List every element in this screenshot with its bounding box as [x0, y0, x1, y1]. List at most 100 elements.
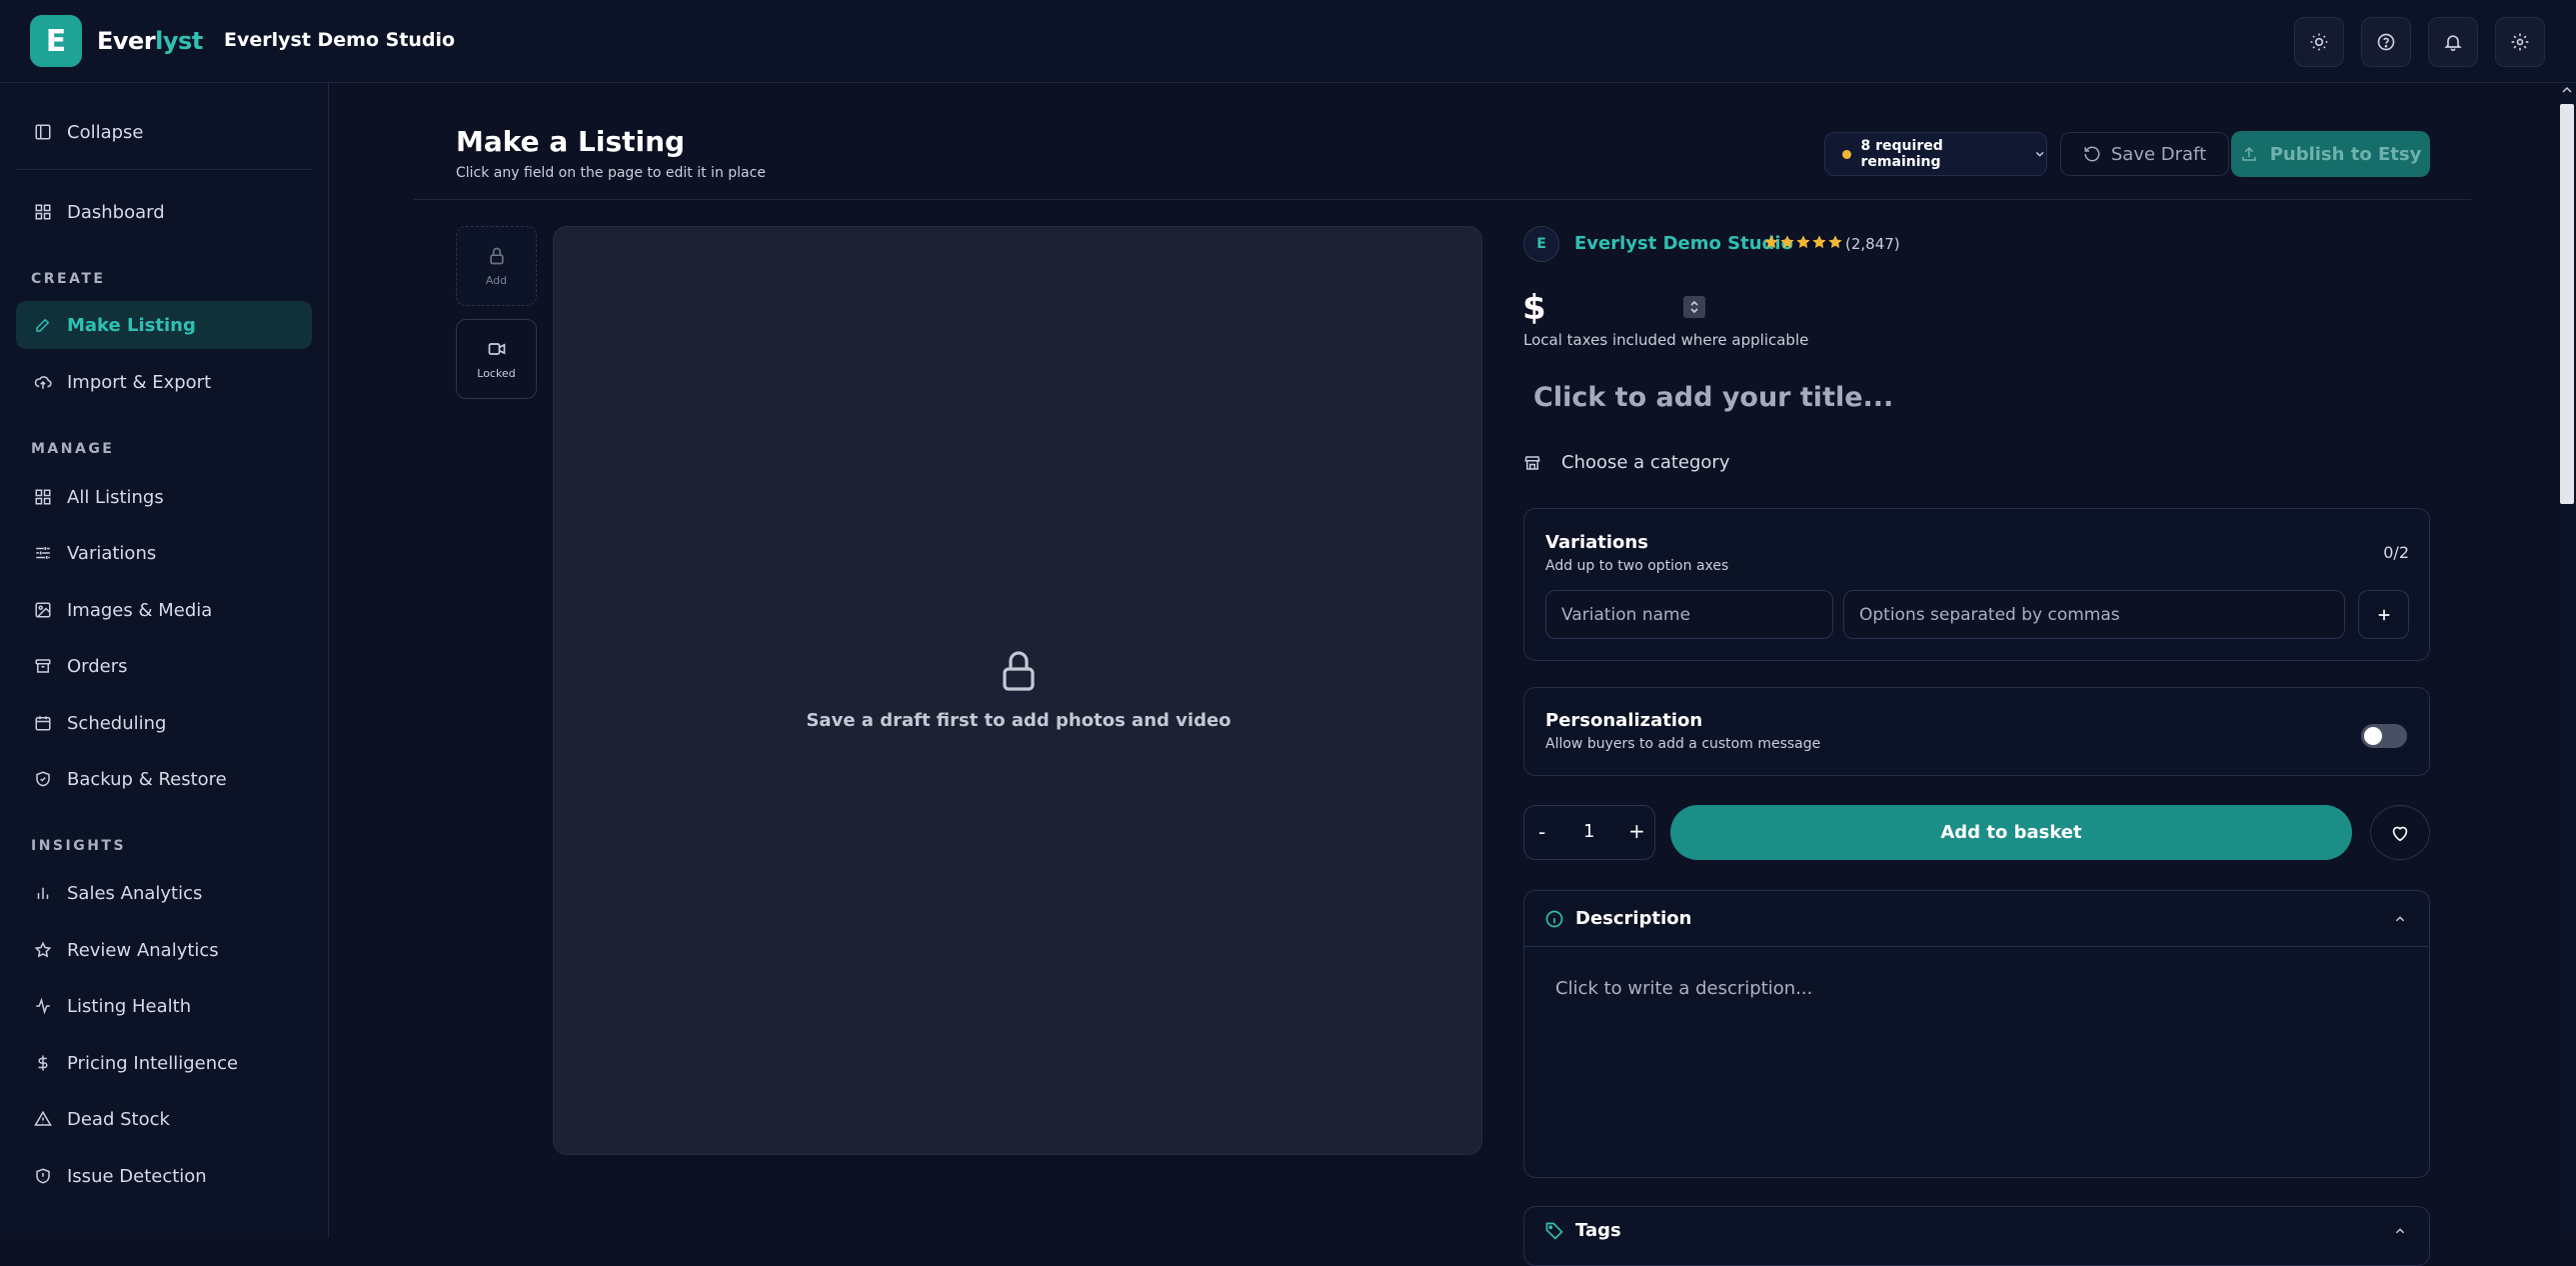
sidebar-item-label: All Listings [67, 486, 164, 508]
sidebar-item-pricing-intelligence[interactable]: Pricing Intelligence [16, 1039, 312, 1087]
personalization-subtitle: Allow buyers to add a custom message [1545, 736, 1821, 752]
price-stepper[interactable] [1683, 296, 1705, 318]
sidebar-item-issue-detection[interactable]: Issue Detection [16, 1152, 312, 1200]
sidebar-item-make-listing[interactable]: Make Listing [16, 301, 312, 349]
add-to-basket-button[interactable]: Add to basket [1670, 805, 2352, 860]
variation-name-input[interactable]: Variation name [1545, 590, 1833, 639]
notifications-button[interactable] [2428, 17, 2478, 67]
scrollbar-thumb[interactable] [2560, 104, 2574, 504]
add-media-slot[interactable]: Add [456, 226, 537, 306]
favorite-button[interactable] [2370, 805, 2430, 860]
required-remaining-label: 8 required remaining [1860, 138, 1943, 170]
video-slot[interactable]: Locked [456, 319, 537, 399]
quantity-increment-button[interactable]: + [1628, 819, 1645, 843]
collapse-button[interactable]: Collapse [16, 108, 312, 156]
page-subtitle: Click any field on the page to edit it i… [456, 165, 766, 181]
save-draft-button[interactable]: Save Draft [2060, 132, 2229, 176]
section-manage-heading: MANAGE [31, 441, 115, 457]
review-count: (2,847) [1845, 235, 1900, 253]
activity-icon [33, 996, 53, 1016]
sidebar-item-listing-health[interactable]: Listing Health [16, 982, 312, 1030]
sidebar-item-label: Dead Stock [67, 1108, 170, 1130]
image-icon [33, 600, 53, 620]
variations-title: Variations [1545, 532, 1648, 553]
variations-count: 0/2 [2383, 543, 2409, 562]
sidebar-item-backup-restore[interactable]: Backup & Restore [16, 755, 312, 803]
variation-options-input[interactable]: Options separated by commas [1843, 590, 2345, 639]
shop-name-link[interactable]: Everlyst Demo Studio [1574, 233, 1793, 254]
brand-name-part1: Ever [97, 27, 156, 55]
shield-icon [33, 769, 53, 789]
star-icon [1812, 235, 1826, 249]
sidebar-item-import-export[interactable]: Import & Export [16, 358, 312, 406]
collapse-label: Collapse [67, 121, 144, 143]
chevron-up-icon [2395, 916, 2405, 922]
add-variation-button[interactable] [2358, 590, 2409, 639]
sidebar-item-sales-analytics[interactable]: Sales Analytics [16, 869, 312, 917]
studio-title: Everlyst Demo Studio [224, 29, 456, 51]
price-tax-note: Local taxes included where applicable [1523, 331, 1809, 349]
section-insights-heading: INSIGHTS [31, 838, 127, 854]
listing-title-field[interactable]: Click to add your title... [1533, 382, 1893, 413]
sidebar-item-review-analytics[interactable]: Review Analytics [16, 926, 312, 974]
description-card: Description Click to write a description… [1523, 890, 2430, 1178]
rating-stars [1763, 234, 1843, 250]
settings-button[interactable] [2495, 17, 2545, 67]
category-picker[interactable]: Choose a category [1523, 452, 1729, 473]
personalization-title: Personalization [1545, 710, 1703, 731]
scroll-up-arrow-icon[interactable] [2562, 85, 2572, 95]
heart-icon [2392, 826, 2408, 841]
sidebar-item-all-listings[interactable]: All Listings [16, 473, 312, 521]
personalization-toggle[interactable] [2361, 724, 2407, 748]
currency-symbol: $ [1522, 288, 1546, 328]
status-dot [1842, 149, 1851, 159]
lock-icon [489, 247, 504, 264]
publish-button[interactable]: Publish to Etsy [2231, 131, 2430, 177]
sidebar-item-scheduling[interactable]: Scheduling [16, 699, 312, 747]
sidebar-item-dashboard[interactable]: Dashboard [16, 188, 312, 236]
shop-avatar: E [1523, 226, 1559, 262]
star-icon [1828, 235, 1842, 249]
sidebar-item-variations[interactable]: Variations [16, 529, 312, 577]
help-button[interactable] [2361, 17, 2411, 67]
bar-chart-icon [33, 883, 53, 903]
chevron-up-down-icon [1690, 300, 1698, 314]
shield-alert-icon [33, 1166, 53, 1186]
chevron-down-icon [2035, 151, 2044, 157]
description-header[interactable]: Description [1524, 891, 2429, 947]
tags-card[interactable]: Tags [1523, 1206, 2430, 1266]
brand-name-part2: lyst [155, 27, 203, 55]
info-icon [1545, 910, 1563, 928]
required-remaining-dropdown[interactable]: 8 required remaining [1824, 132, 2047, 176]
sidebar-item-label: Make Listing [67, 314, 196, 336]
page-title: Make a Listing [456, 125, 686, 158]
cloud-upload-icon [33, 372, 53, 392]
upload-icon [2241, 146, 2256, 161]
quantity-decrement-button[interactable]: - [1538, 820, 1545, 844]
app-logo[interactable]: E [30, 15, 82, 67]
star-icon [1780, 235, 1794, 249]
tag-icon [1545, 1222, 1563, 1240]
sidebar-item-label: Review Analytics [67, 939, 219, 961]
sidebar-divider [16, 169, 312, 170]
sidebar-item-orders[interactable]: Orders [16, 642, 312, 690]
toggle-knob [2364, 727, 2382, 745]
sidebar-item-label: Import & Export [67, 371, 212, 393]
quantity-stepper: - 1 + [1523, 805, 1655, 860]
theme-toggle-button[interactable] [2294, 17, 2344, 67]
plus-icon [2378, 609, 2389, 620]
video-locked-label: Locked [477, 366, 516, 380]
store-icon [1524, 455, 1540, 470]
description-field[interactable]: Click to write a description... [1555, 978, 1812, 999]
sidebar-item-images-media[interactable]: Images & Media [16, 586, 312, 634]
sidebar-item-label: Issue Detection [67, 1165, 207, 1187]
brand-name[interactable]: Everlyst [97, 27, 203, 55]
dollar-icon [33, 1053, 53, 1073]
sidebar-item-label: Scheduling [67, 712, 167, 734]
warning-icon [33, 1109, 53, 1129]
quantity-value[interactable]: 1 [1583, 821, 1594, 842]
star-icon [1764, 235, 1778, 249]
sidebar-item-label: Variations [67, 542, 157, 564]
sidebar-item-dead-stock[interactable]: Dead Stock [16, 1095, 312, 1143]
category-label: Choose a category [1561, 452, 1730, 473]
